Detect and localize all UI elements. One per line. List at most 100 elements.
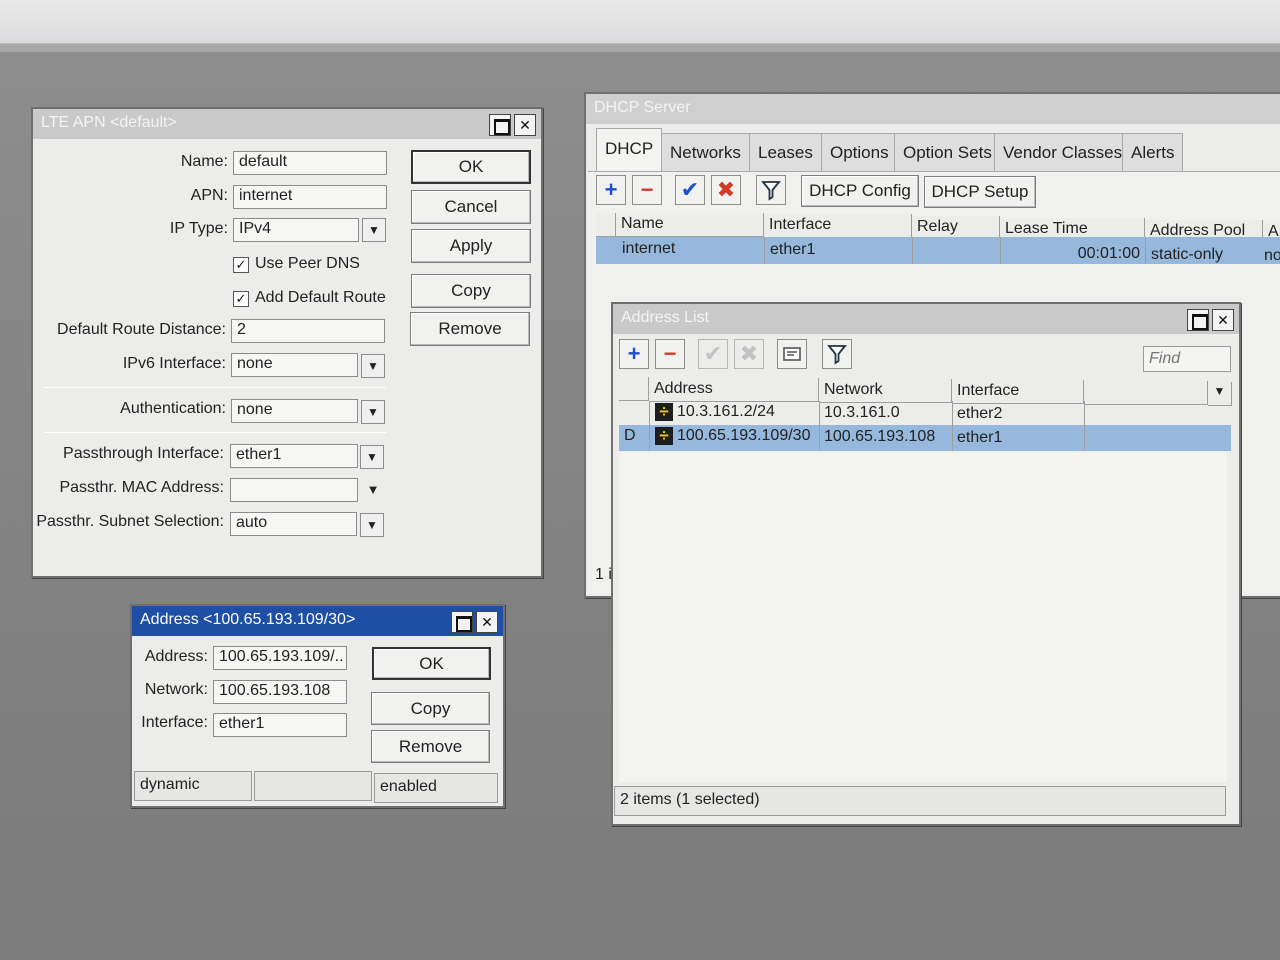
passthrough-interface-label: Passthrough Interface:	[63, 445, 224, 462]
address-row-1-address-text: 10.3.161.2/24	[677, 403, 775, 421]
dhcp-remove-button[interactable]: −	[632, 175, 662, 205]
lte-apn-ok-button[interactable]: OK	[411, 150, 531, 184]
dhcp-col-divider	[1145, 237, 1146, 264]
ip-type-dropdown-button[interactable]: ▼	[362, 218, 386, 242]
dhcp-row-lease-time[interactable]: 00:01:00	[1001, 243, 1145, 267]
passthrough-interface-select[interactable]: ether1	[230, 444, 358, 468]
address-col-network[interactable]: Network	[819, 379, 952, 403]
ip-type-select[interactable]: IPv4	[233, 218, 359, 242]
dhcp-config-button[interactable]: DHCP Config	[801, 175, 919, 207]
tab-option-sets[interactable]: Option Sets	[894, 133, 1001, 171]
address-list-close-button[interactable]: ✕	[1212, 309, 1234, 331]
network-field[interactable]: 100.65.193.108	[213, 680, 347, 704]
address-ok-button[interactable]: OK	[372, 647, 491, 680]
passthr-subnet-dropdown-button[interactable]: ▼	[360, 513, 384, 537]
address-row-1-address[interactable]: ÷ 10.3.161.2/24	[650, 401, 818, 425]
ipv6-interface-dropdown-button[interactable]: ▼	[361, 354, 385, 378]
dhcp-col-divider	[764, 237, 765, 264]
dhcp-setup-button[interactable]: DHCP Setup	[924, 176, 1036, 208]
address-disable-button[interactable]: ✖	[734, 339, 764, 369]
dhcp-filter-button[interactable]	[756, 175, 786, 205]
dhcp-row-extra[interactable]: no	[1263, 245, 1280, 269]
address-row-2-network[interactable]: 100.65.193.108	[819, 426, 951, 450]
default-route-distance-label: Default Route Distance:	[57, 321, 226, 338]
passthr-mac-dropdown-arrow[interactable]: ▼	[364, 482, 382, 500]
dhcp-col-interface[interactable]: Interface	[764, 214, 912, 238]
default-route-distance-field[interactable]: 2	[231, 319, 385, 343]
address-list-maximize-button[interactable]	[1187, 309, 1209, 331]
address-row-1-network[interactable]: 10.3.161.0	[819, 402, 951, 426]
ip-type-label: IP Type:	[169, 220, 228, 237]
passthr-subnet-select[interactable]: auto	[230, 512, 357, 536]
dhcp-disable-button[interactable]: ✖	[711, 175, 741, 205]
ip-address-icon: ÷	[655, 403, 673, 421]
lte-apn-remove-button[interactable]: Remove	[410, 312, 530, 346]
tab-options[interactable]: Options	[821, 133, 898, 171]
add-default-route-label[interactable]: Add Default Route	[255, 289, 386, 307]
dhcp-server-titlebar: DHCP Server	[586, 94, 1280, 124]
address-copy-button[interactable]: Copy	[371, 692, 490, 725]
desktop-top-strip	[0, 0, 1280, 44]
interface-field[interactable]: ether1	[213, 713, 347, 737]
address-row-1-interface[interactable]: ether2	[952, 403, 1083, 427]
lte-apn-close-button[interactable]: ✕	[514, 114, 536, 136]
dhcp-col-name[interactable]: Name	[616, 213, 764, 237]
dhcp-row-name[interactable]: internet	[617, 238, 763, 262]
address-row-2-address[interactable]: ÷ 100.65.193.109/30	[650, 425, 818, 449]
tab-alerts[interactable]: Alerts	[1122, 133, 1184, 171]
authentication-dropdown-button[interactable]: ▼	[361, 400, 385, 424]
address-col-spacer	[1084, 381, 1208, 405]
address-add-button[interactable]: +	[619, 339, 649, 369]
address-remove-button[interactable]: −	[655, 339, 685, 369]
address-dialog-close-button[interactable]: ✕	[476, 611, 498, 633]
address-col-flag	[619, 377, 649, 401]
authentication-select[interactable]: none	[231, 399, 358, 423]
lte-apn-apply-button[interactable]: Apply	[411, 229, 531, 263]
use-peer-dns-checkbox[interactable]: ✓	[233, 257, 249, 273]
address-col-interface[interactable]: Interface	[952, 380, 1084, 404]
address-columns-dropdown[interactable]: ▼	[1208, 382, 1232, 406]
address-row-1-flag[interactable]	[619, 402, 649, 426]
dhcp-row-address-pool[interactable]: static-only	[1146, 244, 1263, 268]
desktop-top-shadow	[0, 44, 1280, 52]
authentication-label: Authentication:	[120, 400, 226, 417]
name-field[interactable]: default	[233, 151, 387, 175]
use-peer-dns-label[interactable]: Use Peer DNS	[255, 255, 360, 273]
lte-apn-cancel-button[interactable]: Cancel	[411, 190, 531, 224]
tab-leases[interactable]: Leases	[749, 133, 822, 171]
lte-apn-maximize-button[interactable]	[489, 114, 511, 136]
dhcp-row-relay[interactable]	[913, 241, 999, 265]
address-field[interactable]: 100.65.193.109/..	[213, 646, 347, 670]
tab-vendor-classes[interactable]: Vendor Classes	[994, 133, 1132, 171]
dhcp-enable-button[interactable]: ✔	[675, 175, 705, 205]
address-list-empty-area	[619, 452, 1227, 782]
filter-icon	[827, 345, 847, 365]
address-col-divider	[819, 401, 820, 451]
address-comment-button[interactable]	[777, 339, 807, 369]
address-label: Address:	[144, 648, 208, 665]
dhcp-add-button[interactable]: +	[596, 175, 626, 205]
apn-label: APN:	[190, 187, 228, 204]
address-remove-button[interactable]: Remove	[371, 730, 490, 763]
dhcp-row-interface[interactable]: ether1	[765, 239, 911, 263]
address-dialog-maximize-button[interactable]	[451, 611, 473, 633]
network-label: Network:	[144, 681, 208, 698]
lte-apn-copy-button[interactable]: Copy	[411, 274, 531, 308]
ipv6-interface-select[interactable]: none	[231, 353, 358, 377]
address-filter-button[interactable]	[822, 339, 852, 369]
tab-dhcp[interactable]: DHCP	[596, 128, 663, 172]
address-row-2-flag[interactable]: D	[619, 425, 649, 449]
address-status-middle	[254, 771, 372, 801]
passthrough-interface-dropdown-button[interactable]: ▼	[360, 445, 384, 469]
address-status-enabled: enabled	[374, 773, 498, 803]
apn-field[interactable]: internet	[233, 185, 387, 209]
address-row-2-interface[interactable]: ether1	[952, 427, 1083, 451]
lte-apn-separator	[44, 432, 386, 433]
address-col-address[interactable]: Address	[649, 378, 819, 402]
address-find-input[interactable]	[1143, 346, 1231, 372]
add-default-route-checkbox[interactable]: ✓	[233, 291, 249, 307]
address-enable-button[interactable]: ✔	[698, 339, 728, 369]
passthr-mac-field[interactable]	[230, 478, 358, 502]
tab-networks[interactable]: Networks	[661, 133, 750, 171]
ipv6-interface-label: IPv6 Interface:	[122, 355, 226, 372]
